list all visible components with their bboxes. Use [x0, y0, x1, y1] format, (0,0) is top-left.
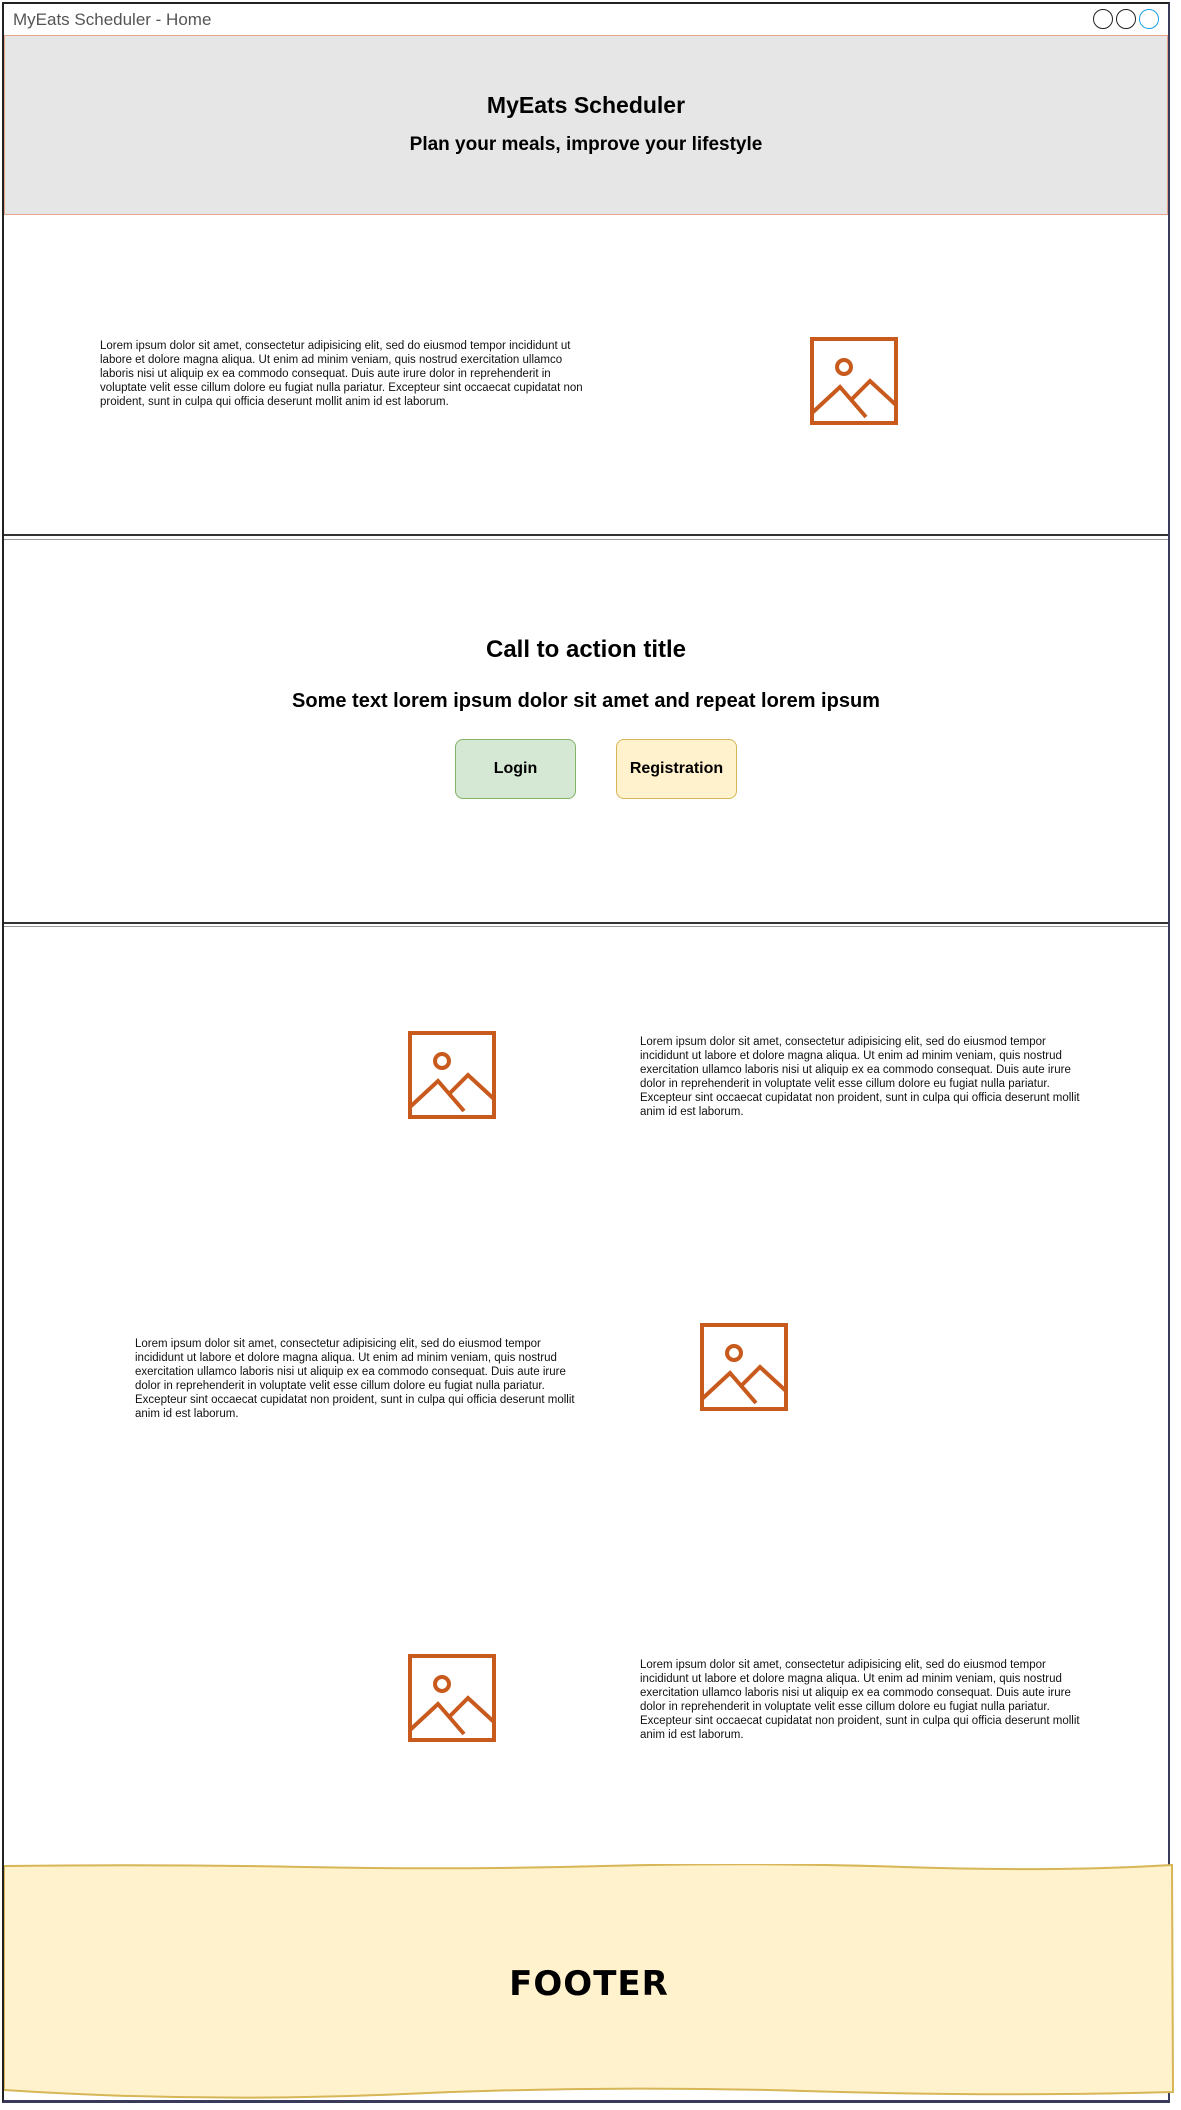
call-to-action-section: Call to action title Some text lorem ips… [4, 539, 1168, 924]
login-button[interactable]: Login [455, 739, 576, 799]
cta-title: Call to action title [485, 636, 686, 663]
features-section: Lorem ipsum dolor sit amet, consectetur … [4, 926, 1168, 1866]
image-placeholder-icon [808, 335, 900, 427]
window-titlebar: MyEats Scheduler - Home [4, 4, 1168, 36]
feature-text: Lorem ipsum dolor sit amet, consectetur … [135, 1338, 575, 1420]
page-header: MyEats Scheduler Plan your meals, improv… [4, 35, 1168, 215]
registration-button[interactable]: Registration [616, 739, 737, 799]
page-footer: FOOTER [4, 1864, 1174, 2099]
image-placeholder-icon [698, 1321, 790, 1413]
feature-text: Lorem ipsum dolor sit amet, consectetur … [640, 1036, 1080, 1118]
window-title: MyEats Scheduler - Home [13, 10, 212, 29]
footer-label: FOOTER [509, 1964, 669, 2004]
browser-window: MyEats Scheduler - Home MyEats Scheduler… [2, 2, 1174, 2103]
feature-text: Lorem ipsum dolor sit amet, consectetur … [640, 1659, 1080, 1741]
image-placeholder-icon [406, 1652, 498, 1744]
cta-subtitle: Some text lorem ipsum dolor sit amet and… [292, 690, 880, 712]
site-title: MyEats Scheduler [486, 92, 686, 118]
close-icon[interactable] [1139, 9, 1159, 29]
maximize-icon[interactable] [1116, 9, 1136, 29]
image-placeholder-icon [406, 1029, 498, 1121]
site-tagline: Plan your meals, improve your lifestyle [409, 134, 763, 155]
intro-text: Lorem ipsum dolor sit amet, consectetur … [100, 340, 583, 408]
minimize-icon[interactable] [1093, 9, 1113, 29]
intro-section: Lorem ipsum dolor sit amet, consectetur … [4, 216, 1168, 536]
